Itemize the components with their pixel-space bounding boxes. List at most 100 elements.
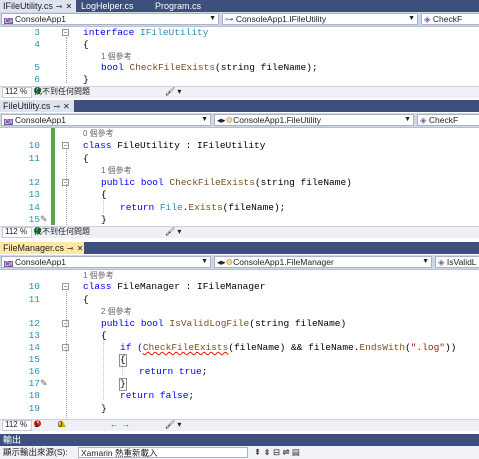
- tab-label: IFileUtility.cs: [3, 1, 53, 11]
- collapse-icon[interactable]: −: [62, 283, 69, 291]
- type-value: ConsoleApp1.IFileUtility: [235, 14, 327, 24]
- keyword: if (: [120, 342, 143, 353]
- line-number: 11: [28, 294, 40, 305]
- code-line-11: {: [83, 294, 89, 305]
- csharp-project-icon: C#: [4, 119, 13, 126]
- tab-program[interactable]: Program.cs: [152, 0, 212, 12]
- quick-action-icon[interactable]: ✎: [40, 378, 48, 389]
- close-icon[interactable]: ✕: [63, 102, 70, 111]
- type-value: ConsoleApp1.FileManager: [233, 257, 334, 267]
- close-icon[interactable]: ✕: [66, 2, 73, 11]
- tab-fileutility[interactable]: FileUtility.cs ⊸ ✕: [0, 100, 74, 112]
- project-dropdown[interactable]: C# ConsoleApp1 ▼: [1, 13, 219, 25]
- nav-arrows-icon: ◂▸: [217, 257, 226, 267]
- type-dropdown[interactable]: ◂▸⚙ConsoleApp1.FileUtility ▼: [214, 114, 414, 126]
- collapse-icon[interactable]: −: [62, 29, 69, 37]
- tab-ifileutility[interactable]: IFileUtility.cs ⊸ ✕: [0, 0, 76, 12]
- cleanup-icon[interactable]: 🖌 ▾: [165, 420, 181, 430]
- code-line-14: if (CheckFileExists(fileName) && fileNam…: [120, 342, 456, 353]
- keyword: class: [83, 140, 112, 151]
- code-line-11: {: [83, 153, 89, 164]
- editor-2[interactable]: 0 個參考 10 11 12 13 14 15 − − class FileUt…: [0, 128, 479, 225]
- code-line-12: public bool CheckFileExists(string fileN…: [101, 177, 352, 188]
- keyword: return: [139, 366, 174, 377]
- fold-guide: [66, 150, 67, 225]
- prev-issue-button[interactable]: ←: [110, 420, 118, 430]
- keyword: bool: [101, 62, 124, 73]
- reference-count[interactable]: 2 個參考: [101, 306, 132, 317]
- type-dropdown[interactable]: ⊶ ConsoleApp1.IFileUtility ▼: [222, 13, 418, 25]
- cleanup-icon[interactable]: 🖌 ▾: [165, 227, 181, 237]
- csharp-project-icon: C#: [4, 18, 13, 25]
- line-number: 16: [28, 366, 40, 377]
- code-line-18: return false;: [120, 390, 195, 401]
- chevron-down-icon: ▼: [408, 15, 415, 22]
- reference-count[interactable]: 0 個參考: [83, 128, 114, 139]
- indent-guide: [103, 332, 104, 400]
- method-name: IsValidLogFile: [169, 318, 250, 329]
- code-line-13: {: [101, 330, 107, 341]
- keyword: return: [120, 202, 155, 213]
- keyword: public bool: [101, 318, 164, 329]
- tab-filemanager[interactable]: FileManager.cs ⊸ ✕: [0, 242, 84, 254]
- pin-icon[interactable]: ⊸: [53, 102, 60, 111]
- next-issue-button[interactable]: →: [122, 420, 130, 430]
- params: (fileName);: [222, 202, 286, 213]
- reference-count[interactable]: 1 個參考: [101, 165, 132, 176]
- member-dropdown[interactable]: ◈ CheckF: [421, 13, 479, 25]
- method-name: CheckFileExists: [142, 342, 229, 353]
- member-dropdown[interactable]: ◈ CheckF: [417, 114, 479, 126]
- toolbar-icons[interactable]: ⇞ ⇟ ⊟ ⇌ ▤: [254, 446, 300, 459]
- tab-label: FileManager.cs: [3, 243, 65, 253]
- paren: )): [444, 342, 457, 353]
- line-number: 11: [28, 153, 40, 164]
- code-line-15: {: [120, 354, 126, 365]
- chevron-down-icon: ▼: [422, 258, 429, 265]
- reference-count[interactable]: 1 個參考: [101, 51, 132, 62]
- issues-text: 找不到任何問題: [34, 227, 90, 236]
- keyword: return: [120, 390, 155, 401]
- line-number: 13: [28, 330, 40, 341]
- quick-action-icon[interactable]: ✎: [40, 214, 48, 225]
- class-decl: FileManager : IFileManager: [117, 281, 266, 292]
- reference-count[interactable]: 1 個參考: [83, 270, 114, 281]
- editor-status-1: 112 % ✓ 找不到任何問題 🖌 ▾: [0, 86, 479, 98]
- navigation-bar-1: C# ConsoleApp1 ▼ ⊶ ConsoleApp1.IFileUtilit…: [0, 12, 479, 27]
- nav-arrows-icon: ◂▸: [217, 115, 226, 125]
- close-icon[interactable]: ✕: [77, 244, 84, 253]
- code-line-16: return true;: [139, 366, 208, 377]
- type-dropdown[interactable]: ◂▸⚙ConsoleApp1.FileManager ▼: [214, 256, 432, 268]
- pin-icon[interactable]: ⊸: [56, 2, 63, 11]
- project-dropdown[interactable]: C# ConsoleApp1 ▼: [1, 256, 211, 268]
- member-value: CheckF: [428, 115, 459, 125]
- collapse-icon[interactable]: −: [62, 142, 69, 150]
- code-line-3: interface IFileUtility: [83, 27, 208, 38]
- method-icon: ◈: [420, 115, 427, 125]
- line-number: 14: [28, 342, 40, 353]
- zoom-dropdown[interactable]: 112 %: [2, 87, 32, 98]
- editor-3[interactable]: 1 個參考 10 11 12 13 14 15 16 17 18 19 − − …: [0, 270, 479, 418]
- source-label: 顯示輸出來源(S):: [3, 447, 68, 457]
- string-literal: ".log": [410, 342, 445, 353]
- source-dropdown[interactable]: Xamarin 熱重新載入: [78, 447, 248, 458]
- zoom-dropdown[interactable]: 112 %: [2, 420, 32, 431]
- code-line-14: return File.Exists(fileName);: [120, 202, 286, 213]
- line-number: 15: [28, 214, 40, 225]
- method-name: CheckFileExists: [169, 177, 255, 188]
- project-dropdown[interactable]: C# ConsoleApp1 ▼: [1, 114, 211, 126]
- tab-label: Program.cs: [155, 1, 202, 11]
- line-number: 3: [34, 27, 40, 38]
- line-number: 6: [34, 74, 40, 85]
- project-value: ConsoleApp1: [15, 14, 67, 24]
- cleanup-icon[interactable]: 🖌 ▾: [165, 87, 181, 97]
- zoom-dropdown[interactable]: 112 %: [2, 227, 32, 238]
- method-icon: ◈: [438, 257, 445, 267]
- member-dropdown[interactable]: ◈ IsValidL: [435, 256, 479, 268]
- code-line-10: class FileManager : IFileManager: [83, 281, 265, 292]
- tab-loghelper[interactable]: LogHelper.cs: [78, 0, 148, 12]
- method-icon: ◈: [424, 14, 431, 24]
- pin-icon[interactable]: ⊸: [67, 244, 74, 253]
- line-number: 4: [34, 39, 40, 50]
- line-number: 10: [28, 281, 40, 292]
- editor-1[interactable]: 3 4 5 6 − interface IFileUtility { 1 個參考…: [0, 27, 479, 85]
